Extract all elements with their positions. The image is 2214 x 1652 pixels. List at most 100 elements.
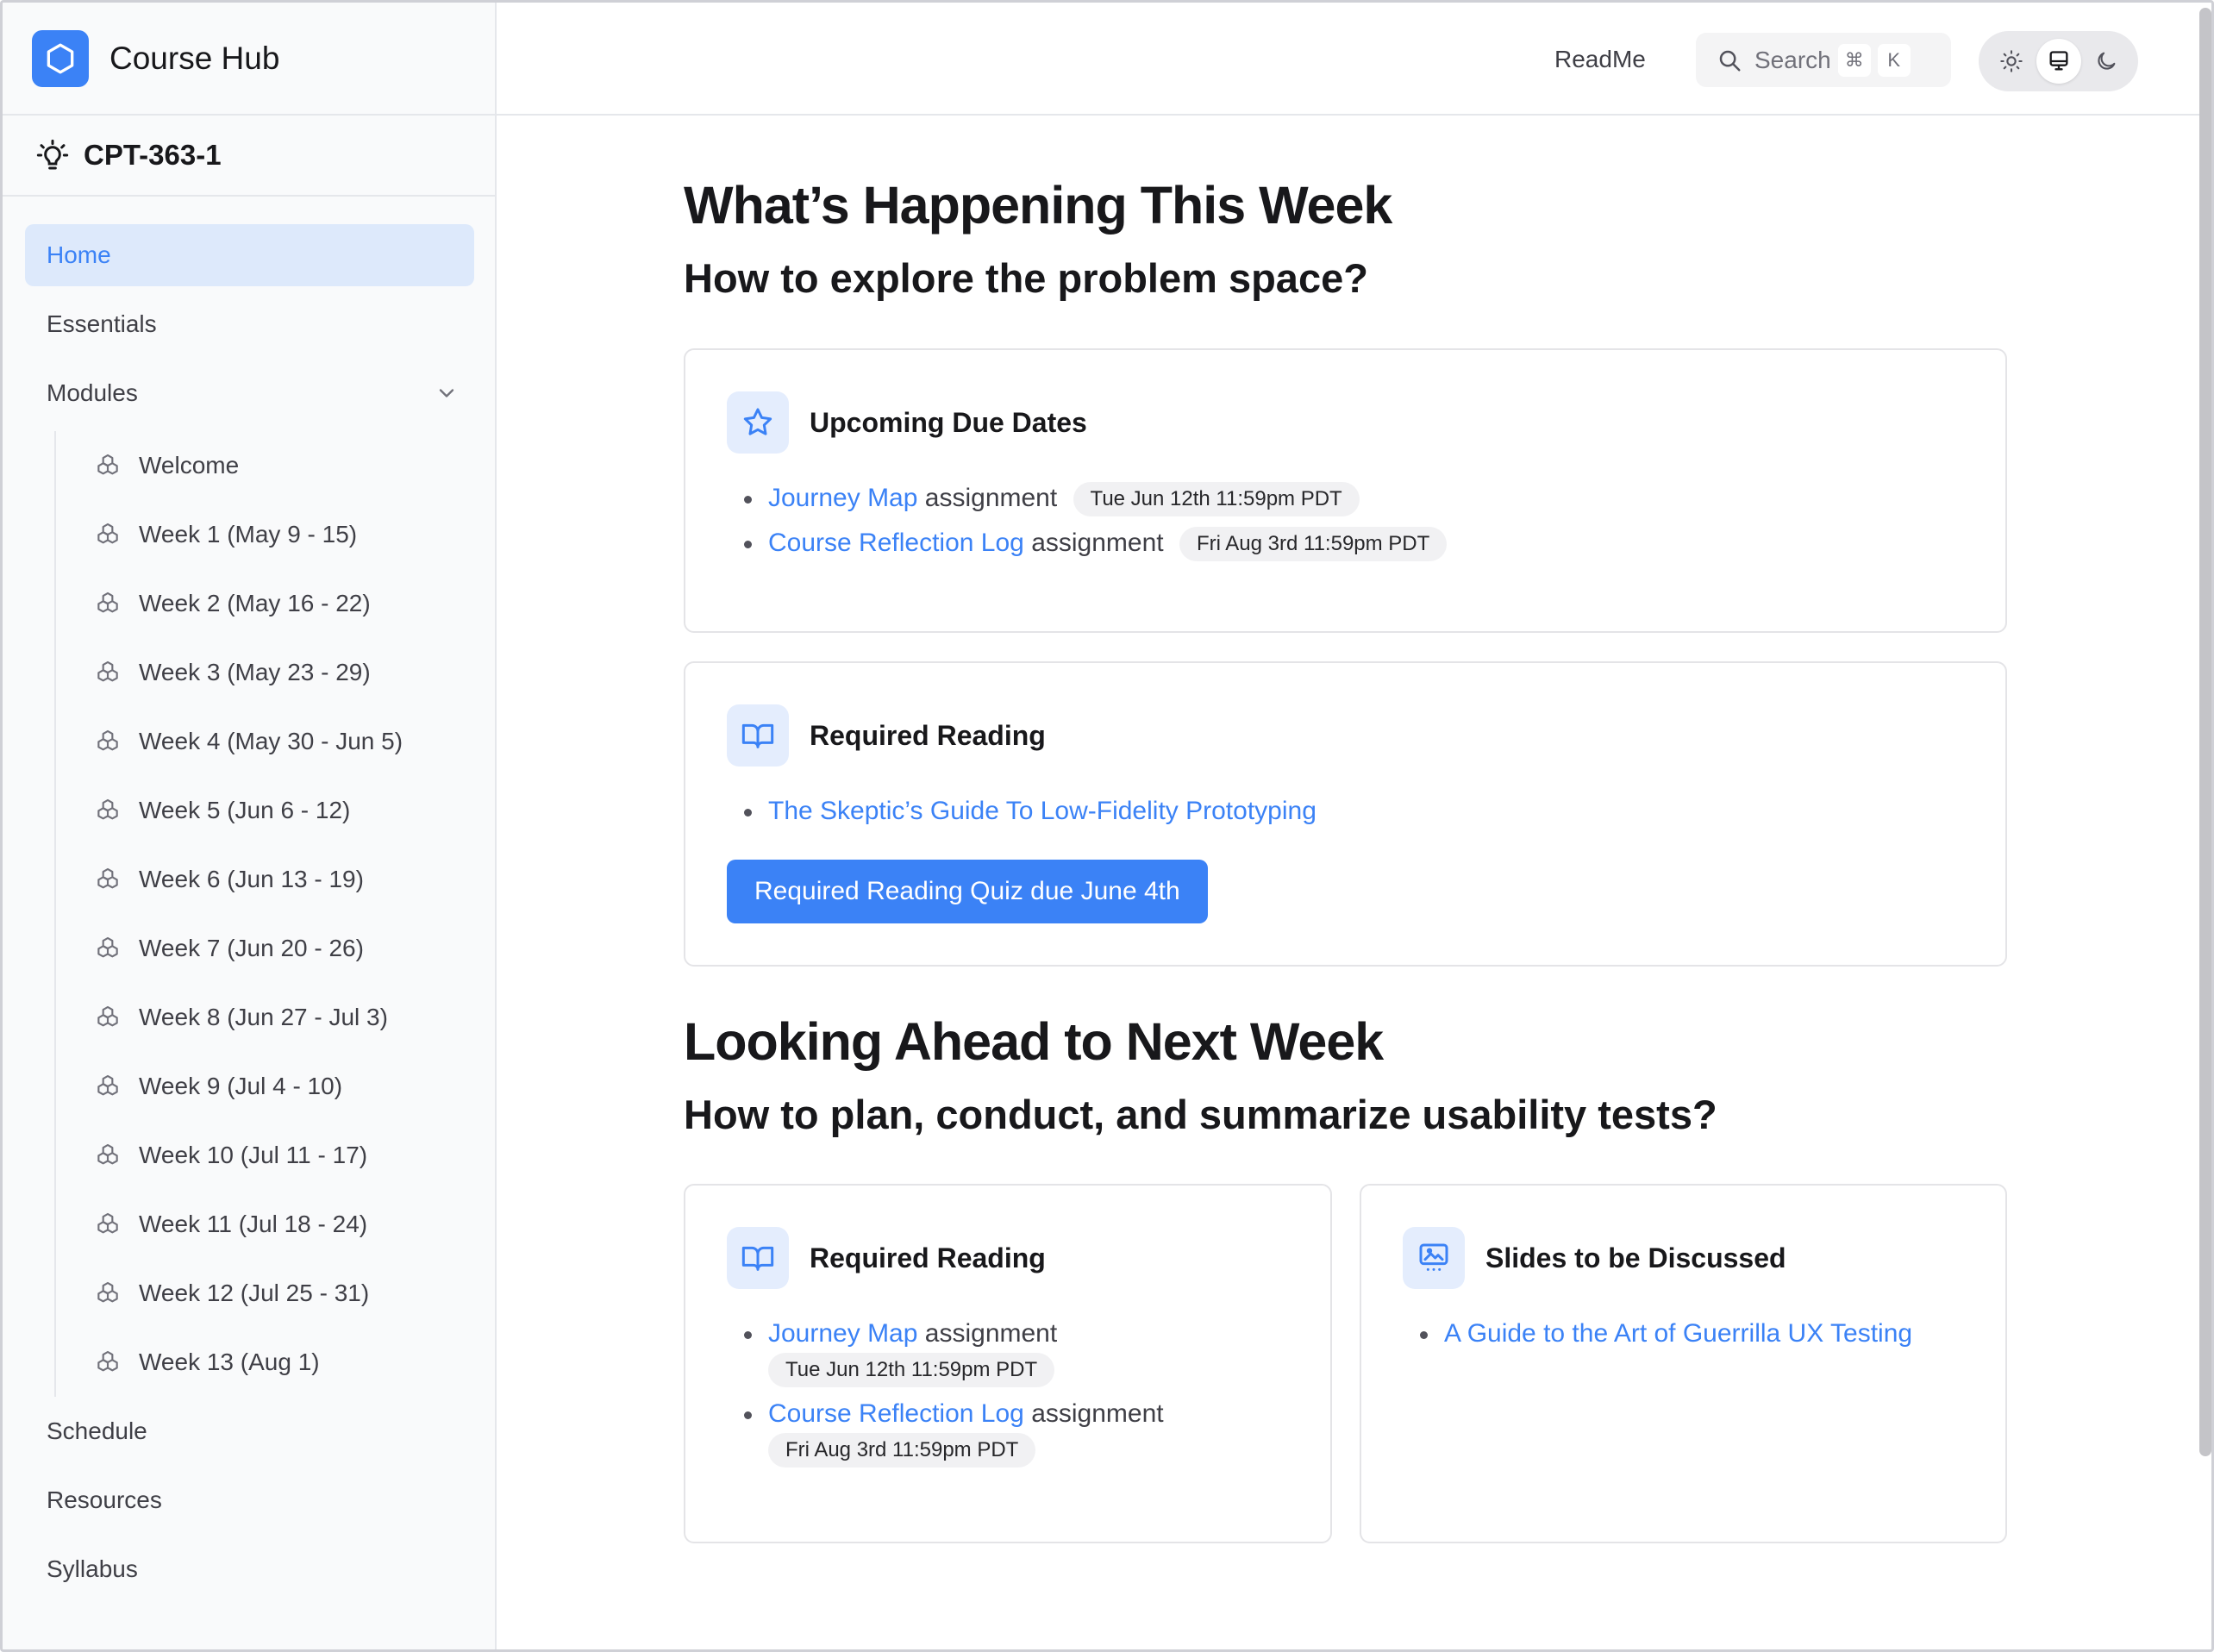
modules-icon	[97, 523, 118, 544]
readme-link[interactable]: ReadMe	[1554, 46, 1646, 73]
modules-list: Welcome Week 1 (May 9 - 15) Week 2 (May 16…	[54, 431, 474, 1397]
list-item: Course Reflection Log assignment Fri Aug…	[727, 526, 1448, 562]
sidebar-module-item[interactable]: Week 8 (Jun 27 - Jul 3)	[56, 983, 474, 1052]
sidebar-module-item[interactable]: Week 6 (Jun 13 - 19)	[56, 845, 474, 914]
item-text: assignment	[924, 1319, 1058, 1348]
lightbulb-icon	[36, 139, 69, 170]
item-text: assignment	[1031, 529, 1164, 558]
due-date-badge: Tue Jun 12th 11:59pm PDT	[1073, 482, 1360, 517]
course-selector[interactable]: CPT-363-1	[3, 116, 495, 197]
item-text: assignment	[1031, 1399, 1164, 1429]
card-title: Required Reading	[810, 1242, 1046, 1273]
star-icon	[727, 391, 789, 454]
course-reflection-log-link[interactable]: Course Reflection Log	[768, 1399, 1024, 1428]
sidebar-item-label: Week 12 (Jul 25 - 31)	[139, 1280, 370, 1306]
sidebar-module-item[interactable]: Week 10 (Jul 11 - 17)	[56, 1121, 474, 1190]
sidebar-item-label: Welcome	[139, 452, 240, 479]
search-icon	[1719, 50, 1741, 71]
dark-theme-button[interactable]	[2084, 39, 2129, 84]
sidebar-item-syllabus[interactable]: Syllabus	[25, 1538, 474, 1600]
next-week-title: Looking Ahead to Next Week	[684, 1012, 1384, 1071]
moon-icon	[2097, 52, 2115, 70]
light-theme-button[interactable]	[1989, 39, 2034, 84]
sidebar-item-label: Week 7 (Jun 20 - 26)	[139, 935, 364, 961]
this-week-title: What’s Happening This Week	[684, 176, 1392, 235]
sidebar-module-item[interactable]: Week 2 (May 16 - 22)	[56, 569, 474, 638]
modules-icon	[97, 1074, 118, 1096]
item-text: assignment	[924, 484, 1058, 512]
sidebar-module-item[interactable]: Week 7 (Jun 20 - 26)	[56, 914, 474, 983]
chevron-down-icon	[439, 389, 454, 397]
sun-icon	[1999, 50, 2023, 72]
list-item: Journey Map assignment Tue Jun 12th 11:5…	[727, 481, 1447, 517]
search-button[interactable]: Search ⌘ K	[1696, 33, 1951, 87]
required-reading-card: Required Reading The Skeptic’s Guide To …	[684, 661, 2007, 967]
sidebar-item-label: Week 10 (Jul 11 - 17)	[139, 1142, 368, 1168]
sidebar-item-modules[interactable]: Modules	[25, 362, 474, 424]
modules-icon	[97, 1212, 118, 1234]
brand[interactable]: Course Hub	[3, 3, 495, 116]
hexagon-logo-icon	[32, 29, 89, 87]
slides-list: A Guide to the Art of Guerrilla UX Testi…	[1403, 1317, 1912, 1361]
sidebar-module-item[interactable]: Week 5 (Jun 6 - 12)	[56, 776, 474, 845]
modules-icon	[97, 454, 118, 475]
sidebar-item-resources[interactable]: Resources	[25, 1469, 474, 1531]
sidebar-module-item[interactable]: Week 3 (May 23 - 29)	[56, 638, 474, 707]
due-date-badge: Tue Jun 12th 11:59pm PDT	[768, 1353, 1055, 1388]
sidebar-item-essentials[interactable]: Essentials	[25, 293, 474, 355]
modules-icon	[97, 1143, 118, 1165]
kbd-cmd: ⌘	[1837, 43, 1871, 77]
reading-quiz-button[interactable]: Required Reading Quiz due June 4th	[727, 860, 1208, 923]
modules-icon	[97, 1005, 118, 1027]
sidebar-item-schedule[interactable]: Schedule	[25, 1400, 474, 1462]
book-open-icon	[727, 1227, 789, 1289]
next-reading-list: Journey Map assignment Tue Jun 12th 11:5…	[727, 1317, 1164, 1477]
sidebar-module-item[interactable]: Week 12 (Jul 25 - 31)	[56, 1259, 474, 1328]
kbd-k: K	[1877, 43, 1911, 77]
list-item: A Guide to the Art of Guerrilla UX Testi…	[1403, 1317, 1912, 1351]
modules-icon	[97, 729, 118, 751]
list-item: The Skeptic’s Guide To Low-Fidelity Prot…	[727, 794, 1317, 829]
reading-list: The Skeptic’s Guide To Low-Fidelity Prot…	[727, 794, 1317, 838]
sidebar: Course Hub CPT-363-1 Home Essentials Mod…	[3, 3, 497, 1649]
sidebar-module-item[interactable]: Week 9 (Jul 4 - 10)	[56, 1052, 474, 1121]
search-label: Search	[1754, 46, 1831, 73]
next-required-reading-card: Required Reading Journey Map assignment …	[684, 1184, 1332, 1543]
sidebar-module-item[interactable]: Week 4 (May 30 - Jun 5)	[56, 707, 474, 776]
presentation-icon	[1403, 1227, 1465, 1289]
sidebar-item-label: Week 8 (Jun 27 - Jul 3)	[139, 1004, 388, 1030]
sidebar-item-label: Week 1 (May 9 - 15)	[139, 521, 358, 548]
scrollbar-thumb[interactable]	[2199, 8, 2211, 1456]
guerrilla-ux-testing-link[interactable]: A Guide to the Art of Guerrilla UX Testi…	[1444, 1319, 1912, 1348]
card-title: Slides to be Discussed	[1485, 1242, 1786, 1273]
course-reflection-log-link[interactable]: Course Reflection Log	[768, 529, 1024, 557]
skeptics-guide-link[interactable]: The Skeptic’s Guide To Low-Fidelity Prot…	[768, 797, 1317, 825]
list-item: Journey Map assignment Tue Jun 12th 11:5…	[727, 1317, 1164, 1388]
sidebar-item-label: Week 3 (May 23 - 29)	[139, 659, 371, 685]
sidebar-module-item[interactable]: Week 13 (Aug 1)	[56, 1328, 474, 1397]
due-date-badge: Fri Aug 3rd 11:59pm PDT	[1179, 527, 1448, 562]
sidebar-item-label: Week 9 (Jul 4 - 10)	[139, 1073, 343, 1099]
modules-icon	[97, 798, 118, 820]
modules-icon	[97, 1350, 118, 1372]
sidebar-item-home[interactable]: Home	[25, 224, 474, 286]
list-item: Course Reflection Log assignment Fri Aug…	[727, 1397, 1164, 1468]
theme-switcher	[1979, 31, 2138, 91]
this-week-subtitle: How to explore the problem space?	[684, 255, 1368, 301]
sidebar-module-item[interactable]: Welcome	[56, 431, 474, 500]
upcoming-due-dates-card: Upcoming Due Dates Journey Map assignmen…	[684, 348, 2007, 633]
sidebar-item-label: Week 5 (Jun 6 - 12)	[139, 797, 351, 823]
sidebar-item-label: Week 11 (Jul 18 - 24)	[139, 1211, 368, 1237]
due-dates-list: Journey Map assignment Tue Jun 12th 11:5…	[727, 481, 1448, 571]
sidebar-item-label: Week 13 (Aug 1)	[139, 1349, 320, 1375]
sidebar-nav: Home Essentials Modules Welcome Week 1 (M…	[3, 197, 495, 1600]
journey-map-link[interactable]: Journey Map	[768, 484, 917, 512]
sidebar-module-item[interactable]: Week 1 (May 9 - 15)	[56, 500, 474, 569]
monitor-icon	[2049, 51, 2067, 71]
journey-map-link[interactable]: Journey Map	[768, 1319, 917, 1348]
modules-icon	[97, 867, 118, 889]
browser-frame: Course Hub CPT-363-1 Home Essentials Mod…	[0, 0, 2214, 1652]
system-theme-button[interactable]	[2036, 39, 2081, 84]
sidebar-item-label: Modules	[47, 379, 138, 406]
sidebar-module-item[interactable]: Week 11 (Jul 18 - 24)	[56, 1190, 474, 1259]
